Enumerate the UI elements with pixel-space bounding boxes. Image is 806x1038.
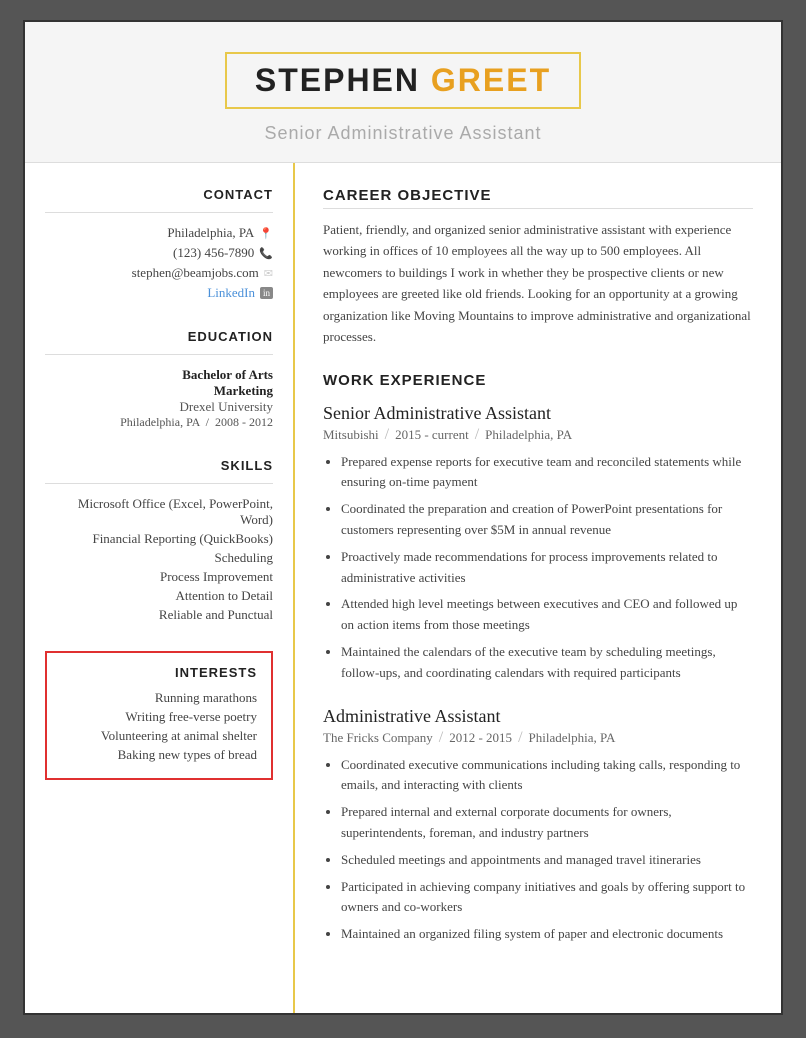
sidebar: CONTACT Philadelphia, PA 📍 (123) 456-789…	[25, 163, 295, 1013]
job-block-1: Senior Administrative Assistant Mitsubis…	[323, 403, 753, 684]
bullet-item: Scheduled meetings and appointments and …	[341, 850, 753, 871]
contact-location: Philadelphia, PA 📍	[45, 225, 273, 241]
bullet-item: Participated in achieving company initia…	[341, 877, 753, 919]
bullet-item: Prepared expense reports for executive t…	[341, 452, 753, 494]
edu-degree: Bachelor of Arts	[45, 367, 273, 383]
meta-divider: /	[518, 729, 522, 747]
interest-item: Baking new types of bread	[61, 747, 257, 763]
location-icon: 📍	[259, 227, 273, 240]
bullet-item: Maintained the calendars of the executiv…	[341, 642, 753, 684]
interests-box: INTERESTS Running marathons Writing free…	[45, 651, 273, 780]
bullet-item: Attended high level meetings between exe…	[341, 594, 753, 636]
work-experience-section: WORK EXPERIENCE Senior Administrative As…	[323, 372, 753, 945]
contact-section: CONTACT Philadelphia, PA 📍 (123) 456-789…	[45, 187, 273, 301]
skill-item: Microsoft Office (Excel, PowerPoint, Wor…	[45, 496, 273, 528]
last-name: GREET	[431, 62, 551, 98]
skills-section: SKILLS Microsoft Office (Excel, PowerPoi…	[45, 458, 273, 623]
bullet-item: Proactively made recommendations for pro…	[341, 547, 753, 589]
first-name: STEPHEN	[255, 62, 420, 98]
interest-item: Writing free-verse poetry	[61, 709, 257, 725]
edu-location: Philadelphia, PA	[120, 415, 200, 429]
email-icon: ✉	[264, 267, 273, 280]
skill-item: Reliable and Punctual	[45, 607, 273, 623]
edu-years: 2008 - 2012	[215, 415, 273, 429]
job-period-1: 2015 - current	[395, 427, 469, 443]
education-title: EDUCATION	[45, 329, 273, 344]
interests-list: Running marathons Writing free-verse poe…	[61, 690, 257, 763]
edu-school: Drexel University	[45, 399, 273, 415]
job-title-1: Senior Administrative Assistant	[323, 403, 753, 424]
main-content: CAREER OBJECTIVE Patient, friendly, and …	[295, 163, 781, 1013]
meta-divider: /	[475, 426, 479, 444]
edu-major: Marketing	[45, 383, 273, 399]
linkedin-link[interactable]: LinkedIn	[207, 285, 255, 301]
job-title: Senior Administrative Assistant	[45, 123, 761, 144]
phone-icon: 📞	[259, 247, 273, 260]
skill-item: Attention to Detail	[45, 588, 273, 604]
phone-text: (123) 456-7890	[173, 245, 254, 261]
contact-phone: (123) 456-7890 📞	[45, 245, 273, 261]
meta-divider: /	[385, 426, 389, 444]
skills-divider	[45, 483, 273, 484]
job-company-1: Mitsubishi	[323, 427, 379, 443]
full-name: STEPHEN GREET	[255, 62, 551, 98]
bullet-item: Maintained an organized filing system of…	[341, 924, 753, 945]
bullet-item: Prepared internal and external corporate…	[341, 802, 753, 844]
job-bullets-2: Coordinated executive communications inc…	[323, 755, 753, 945]
job-block-2: Administrative Assistant The Fricks Comp…	[323, 706, 753, 945]
skill-item: Scheduling	[45, 550, 273, 566]
contact-email: stephen@beamjobs.com ✉	[45, 265, 273, 281]
name-box: STEPHEN GREET	[225, 52, 581, 109]
education-divider	[45, 354, 273, 355]
job-meta-1: Mitsubishi / 2015 - current / Philadelph…	[323, 426, 753, 444]
edu-details: Philadelphia, PA / 2008 - 2012	[45, 415, 273, 430]
body-layout: CONTACT Philadelphia, PA 📍 (123) 456-789…	[25, 163, 781, 1013]
skills-title: SKILLS	[45, 458, 273, 473]
meta-divider: /	[439, 729, 443, 747]
skill-item: Process Improvement	[45, 569, 273, 585]
resume-header: STEPHEN GREET Senior Administrative Assi…	[25, 22, 781, 163]
contact-linkedin[interactable]: LinkedIn in	[45, 285, 273, 301]
job-company-2: The Fricks Company	[323, 730, 433, 746]
education-block: Bachelor of Arts Marketing Drexel Univer…	[45, 367, 273, 430]
contact-divider	[45, 212, 273, 213]
skill-item: Financial Reporting (QuickBooks)	[45, 531, 273, 547]
job-location-2: Philadelphia, PA	[529, 730, 616, 746]
job-meta-2: The Fricks Company / 2012 - 2015 / Phila…	[323, 729, 753, 747]
job-location-1: Philadelphia, PA	[485, 427, 572, 443]
interest-item: Running marathons	[61, 690, 257, 706]
job-title-2: Administrative Assistant	[323, 706, 753, 727]
job-period-2: 2012 - 2015	[449, 730, 512, 746]
contact-title: CONTACT	[45, 187, 273, 202]
location-text: Philadelphia, PA	[167, 225, 254, 241]
edu-slash: /	[206, 415, 209, 429]
work-experience-title: WORK EXPERIENCE	[323, 372, 753, 389]
email-text: stephen@beamjobs.com	[132, 265, 259, 281]
skills-list: Microsoft Office (Excel, PowerPoint, Wor…	[45, 496, 273, 623]
career-objective-text: Patient, friendly, and organized senior …	[323, 219, 753, 348]
interests-title: INTERESTS	[61, 665, 257, 680]
interests-section: INTERESTS Running marathons Writing free…	[45, 651, 273, 780]
interest-item: Volunteering at animal shelter	[61, 728, 257, 744]
career-objective-section: CAREER OBJECTIVE Patient, friendly, and …	[323, 187, 753, 348]
linkedin-icon: in	[260, 287, 273, 299]
education-section: EDUCATION Bachelor of Arts Marketing Dre…	[45, 329, 273, 430]
career-objective-title: CAREER OBJECTIVE	[323, 187, 753, 209]
bullet-item: Coordinated the preparation and creation…	[341, 499, 753, 541]
bullet-item: Coordinated executive communications inc…	[341, 755, 753, 797]
job-bullets-1: Prepared expense reports for executive t…	[323, 452, 753, 684]
resume-document: STEPHEN GREET Senior Administrative Assi…	[23, 20, 783, 1015]
